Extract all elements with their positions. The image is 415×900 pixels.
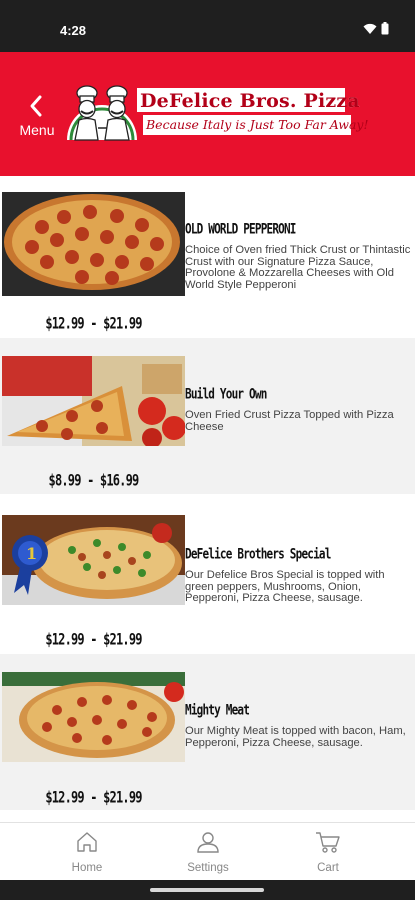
nav-home[interactable]: Home [42, 831, 132, 874]
item-description: Our Defelice Bros Special is topped with… [185, 569, 385, 605]
item-name: Mighty Meat [185, 702, 250, 719]
nav-settings-label: Settings [187, 862, 229, 874]
special-pizza-image: 1 [2, 515, 185, 605]
battery-icon [381, 22, 389, 35]
nav-cart-label: Cart [317, 862, 339, 874]
item-price: $12.99 - $21.99 [45, 314, 142, 333]
status-icons [363, 22, 389, 35]
wifi-icon [363, 23, 377, 34]
chefs-logo-icon [67, 85, 137, 141]
gesture-handle[interactable] [150, 888, 264, 892]
pepperoni-pizza-image [2, 192, 185, 296]
back-menu-button[interactable]: Menu [14, 92, 60, 144]
system-gesture-bar [0, 880, 415, 900]
menu-item[interactable]: Build Your Own Oven Fried Crust Pizza To… [0, 338, 415, 494]
item-name: OLD WORLD PEPPERONI [185, 221, 296, 238]
menu-item[interactable]: 1 DeFelice Brothers Special Our Defelice… [0, 494, 415, 654]
mighty-meat-pizza-image [2, 672, 185, 762]
nav-cart[interactable]: Cart [283, 831, 373, 874]
item-description: Choice of Oven fried Thick Crust or Thin… [185, 244, 411, 291]
brand-tagline: Because Italy is Just Too Far Away! [146, 117, 369, 132]
nav-home-label: Home [71, 862, 103, 874]
item-name: DeFelice Brothers Special [185, 546, 331, 563]
menu-item[interactable]: Mighty Meat Our Mighty Meat is topped wi… [0, 654, 415, 810]
item-price: $12.99 - $21.99 [45, 630, 142, 649]
svg-text:1: 1 [26, 544, 37, 563]
brand-logo: DeFelice Bros. Pizza Because Italy is Ju… [65, 84, 369, 142]
item-price: $12.99 - $21.99 [45, 788, 142, 807]
back-menu-label: Menu [19, 122, 55, 138]
bottom-navigation: Home Settings Cart [0, 822, 415, 881]
nav-settings[interactable]: Settings [163, 831, 253, 874]
home-icon [77, 832, 97, 852]
status-bar: 4:28 [0, 0, 415, 52]
status-time: 4:28 [60, 23, 87, 38]
item-description: Our Mighty Meat is topped with bacon, Ha… [185, 725, 406, 749]
cart-icon [316, 832, 340, 853]
menu-item[interactable]: OLD WORLD PEPPERONI Choice of Oven fried… [0, 190, 415, 338]
build-your-own-pizza-image [2, 356, 185, 446]
app-header: Menu DeFelice Bros. Pizza Because Italy … [0, 52, 415, 176]
item-description: Oven Fried Crust Pizza Topped with Pizza… [185, 409, 394, 433]
item-price: $8.99 - $16.99 [48, 471, 140, 490]
person-icon [197, 832, 219, 853]
item-name: Build Your Own [185, 386, 267, 403]
brand-title: DeFelice Bros. Pizza [140, 90, 360, 112]
chevron-left-icon [30, 95, 42, 117]
